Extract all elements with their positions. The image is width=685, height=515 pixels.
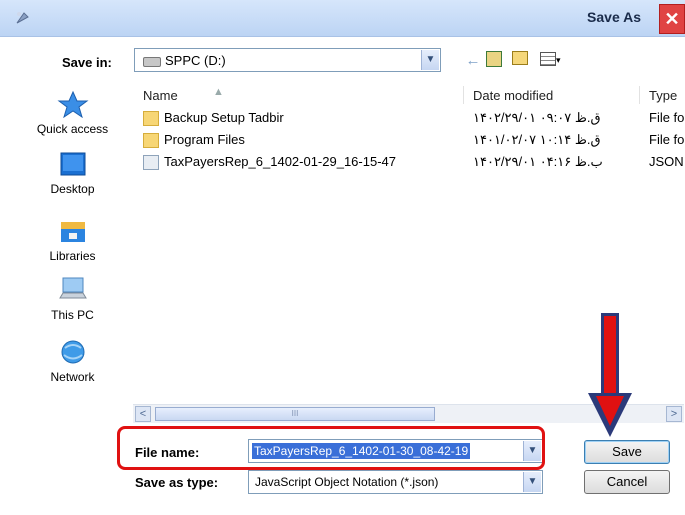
place-libraries[interactable]: Libraries bbox=[20, 217, 125, 263]
computer-icon bbox=[57, 276, 89, 304]
item-type: File folder bbox=[649, 132, 685, 147]
item-date: ۱۴۰۲/۲۹/۰۱ ق.ظ ۰۹:۰۷ bbox=[473, 110, 601, 125]
place-desktop[interactable]: Desktop bbox=[20, 150, 125, 196]
star-icon bbox=[57, 90, 89, 119]
folder-icon bbox=[143, 133, 159, 148]
column-header-type[interactable]: Type bbox=[649, 88, 677, 103]
item-type: File folder bbox=[649, 110, 685, 125]
place-label: Network bbox=[50, 370, 95, 384]
json-file-icon bbox=[143, 155, 159, 170]
app-icon bbox=[14, 9, 32, 27]
views-caret-icon[interactable]: ▾ bbox=[556, 55, 561, 66]
save-as-type-label: Save as type: bbox=[135, 475, 219, 490]
location-value: SPPC (D:) bbox=[165, 53, 226, 68]
place-network[interactable]: Network bbox=[20, 338, 125, 384]
annotation-arrow-shaft bbox=[601, 313, 619, 397]
chevron-down-icon[interactable]: ▼ bbox=[421, 50, 439, 70]
up-folder-icon[interactable] bbox=[486, 51, 502, 67]
save-as-type-select[interactable]: JavaScript Object Notation (*.json) ▼ bbox=[248, 470, 543, 494]
save-as-type-value: JavaScript Object Notation (*.json) bbox=[255, 475, 439, 489]
scroll-right-button[interactable]: > bbox=[666, 406, 682, 422]
annotation-arrow-head-fill bbox=[596, 396, 624, 426]
annotation-highlight-box bbox=[117, 426, 545, 470]
item-name: Program Files bbox=[164, 132, 245, 147]
column-header-date[interactable]: Date modified bbox=[473, 88, 553, 103]
network-icon bbox=[57, 338, 89, 366]
cancel-button[interactable]: Cancel bbox=[584, 470, 670, 494]
scrollbar-thumb[interactable]: III bbox=[155, 407, 435, 421]
column-separator[interactable] bbox=[463, 86, 464, 104]
item-name: TaxPayersRep_6_1402-01-29_16-15-47 bbox=[164, 154, 396, 169]
column-separator[interactable] bbox=[639, 86, 640, 104]
new-folder-icon[interactable] bbox=[512, 51, 528, 65]
location-combo[interactable]: SPPC (D:) ▼ bbox=[134, 48, 441, 72]
item-type: JSON bbox=[649, 154, 684, 169]
sort-ascending-icon: ▲ bbox=[213, 86, 224, 98]
close-button[interactable]: ✕ bbox=[659, 4, 685, 34]
chevron-down-icon[interactable]: ▼ bbox=[523, 472, 541, 492]
drive-icon bbox=[143, 57, 161, 67]
place-label: This PC bbox=[51, 308, 94, 322]
item-name: Backup Setup Tadbir bbox=[164, 110, 284, 125]
column-header-name[interactable]: Name bbox=[143, 88, 178, 103]
place-quick-access[interactable]: Quick access bbox=[20, 90, 125, 136]
views-menu-icon[interactable] bbox=[540, 52, 556, 66]
place-label: Desktop bbox=[50, 182, 95, 196]
list-item[interactable]: TaxPayersRep_6_1402-01-29_16-15-47 ۱۴۰۲/… bbox=[143, 153, 684, 173]
title-bar: Save As ✕ bbox=[0, 0, 685, 37]
list-item[interactable]: Backup Setup Tadbir ۱۴۰۲/۲۹/۰۱ ق.ظ ۰۹:۰۷… bbox=[143, 109, 685, 129]
libraries-icon bbox=[57, 217, 89, 245]
item-date: ۱۴۰۲/۲۹/۰۱ ب.ظ ۰۴:۱۶ bbox=[473, 154, 603, 169]
window-title: Save As bbox=[587, 9, 641, 25]
place-this-pc[interactable]: This PC bbox=[20, 276, 125, 322]
item-date: ۱۴۰۱/۰۲/۰۷ ق.ظ ۱۰:۱۴ bbox=[473, 132, 601, 147]
save-button[interactable]: Save bbox=[584, 440, 670, 464]
place-label: Quick access bbox=[36, 122, 109, 136]
save-in-label: Save in: bbox=[62, 55, 112, 70]
list-item[interactable]: Program Files ۱۴۰۱/۰۲/۰۷ ق.ظ ۱۰:۱۴ File … bbox=[143, 131, 685, 151]
scroll-left-button[interactable]: < bbox=[135, 406, 151, 422]
back-button[interactable]: ← bbox=[464, 53, 482, 69]
desktop-icon bbox=[57, 150, 89, 178]
place-label: Libraries bbox=[49, 249, 96, 263]
folder-icon bbox=[143, 111, 159, 126]
